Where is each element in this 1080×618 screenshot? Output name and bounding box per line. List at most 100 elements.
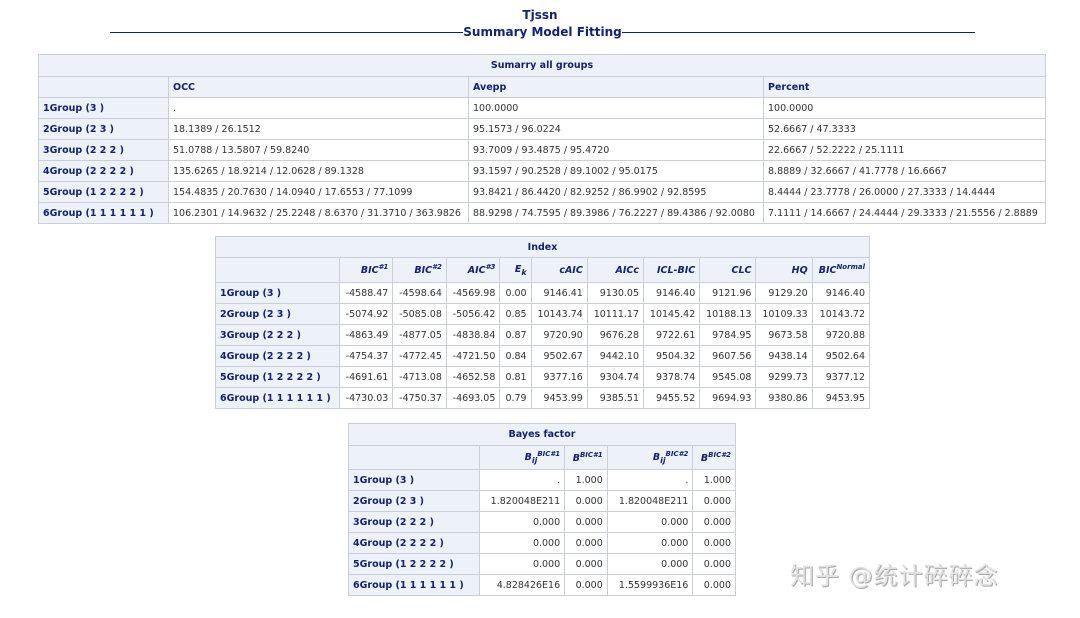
table-cell: 9380.86 [755, 387, 813, 409]
subtitle-text: Summary Model Fitting [463, 25, 622, 39]
table-cell: -4693.05 [445, 387, 501, 409]
header-superscript: #1 [378, 263, 389, 272]
table-cell: 9453.95 [811, 387, 871, 409]
table-cell: 0.000 [692, 532, 736, 554]
row-header: 6Group (1 1 1 1 1 1 ) [215, 387, 340, 409]
table-cell: 154.4835 / 20.7630 / 14.0940 / 17.6553 /… [168, 181, 469, 203]
column-header: ICL-BIC [643, 257, 701, 283]
divider [110, 31, 464, 33]
table-cell: 7.1111 / 14.6667 / 24.4444 / 29.3333 / 2… [763, 202, 1046, 224]
table-row: 5Group (1 2 2 2 2 ) -4691.61 -4713.08 -4652… [215, 366, 871, 388]
header-base: ICL-BIC [656, 264, 696, 276]
header-superscript: Normal [836, 263, 865, 272]
table-row: 2Group (2 3 ) -5074.92 -5085.08 -5056.42 0.8… [215, 303, 871, 325]
header-base: BIC [818, 265, 837, 277]
header-superscript: BIC#1 [537, 449, 561, 458]
header-superscript: BIC#1 [579, 450, 603, 459]
table-cell: 9146.40 [643, 282, 701, 304]
row-header: 2Group (2 3 ) [215, 303, 340, 325]
table-row: 2Group (2 3 ) 1.820048E211 0.000 1.820048E2… [348, 490, 736, 512]
table-cell: 9385.51 [586, 387, 645, 409]
table-cell: 9502.64 [811, 345, 871, 367]
table-cell: 52.6667 / 47.3333 [763, 118, 1046, 140]
table-cell: 0.000 [478, 553, 566, 575]
table-cell: 93.1597 / 90.2528 / 89.1002 / 95.0175 [468, 160, 764, 182]
table-cell: -4877.05 [392, 324, 447, 346]
row-header: 1Group (3 ) [38, 97, 169, 119]
header-base: BIC [414, 265, 433, 277]
table-cell: 0.000 [564, 490, 608, 512]
column-header: OCC [168, 76, 469, 98]
bayes-factor-table: Bayes factor BijBIC#1 BBIC#1 BijBIC#2 BBIC#… [348, 423, 736, 596]
table-cell: 0.000 [478, 532, 566, 554]
row-header: 4Group (2 2 2 2 ) [38, 160, 169, 182]
table-cell: 9146.40 [811, 282, 871, 304]
table-cell: 9129.20 [755, 282, 813, 304]
table-caption: Sumarry all groups [38, 54, 1046, 77]
table-cell: 22.6667 / 52.2222 / 25.1111 [763, 139, 1046, 161]
table-cell: 9502.67 [530, 345, 588, 367]
column-header: BBIC#1 [564, 445, 608, 470]
table-cell: 0.000 [692, 574, 736, 596]
row-header: 5Group (1 2 2 2 2 ) [215, 366, 340, 388]
row-header: 6Group (1 1 1 1 1 1 ) [38, 202, 169, 224]
row-header: 6Group (1 1 1 1 1 1 ) [348, 574, 480, 596]
table-cell: 0.000 [564, 511, 608, 533]
table-cell: 51.0788 / 13.5807 / 59.8240 [168, 139, 469, 161]
table-cell: 0.000 [692, 490, 736, 512]
column-header: CLC [699, 257, 757, 283]
table-cell: -4863.49 [338, 324, 394, 346]
table-cell: 10143.74 [530, 303, 588, 325]
header-base: AIC [467, 265, 486, 277]
table-cell: 9304.74 [586, 366, 645, 388]
table-cell: 95.1573 / 96.0224 [468, 118, 764, 140]
table-cell: 9146.41 [530, 282, 588, 304]
table-caption: Index [215, 236, 870, 258]
header-base: B [524, 452, 532, 464]
row-header: 5Group (1 2 2 2 2 ) [348, 553, 480, 575]
column-header: BijBIC#1 [478, 445, 566, 470]
table-row: 5Group (1 2 2 2 2 ) 154.4835 / 20.7630 / … [38, 181, 1046, 203]
column-header: cAIC [530, 257, 588, 283]
table-cell: 0.00 [499, 282, 532, 304]
table-row: 1Group (3 ). 1.000. 1.000 [348, 469, 736, 491]
watermark: 知乎 @统计碎碎念 [790, 562, 999, 590]
table-cell: 9299.73 [755, 366, 813, 388]
table-cell: 93.8421 / 86.4420 / 82.9252 / 86.9902 / … [468, 181, 764, 203]
table-cell: 9607.56 [699, 345, 757, 367]
row-header: 5Group (1 2 2 2 2 ) [38, 181, 169, 203]
table-cell: 0.85 [499, 303, 532, 325]
table-cell: . [606, 469, 694, 491]
table-cell: -4598.64 [392, 282, 447, 304]
table-cell: 9694.93 [699, 387, 757, 409]
table-row: 3Group (2 2 2 ) 0.000 0.000 0.000 0.000 [348, 511, 736, 533]
table-cell: 9121.96 [699, 282, 757, 304]
table-cell: 9722.61 [643, 324, 701, 346]
report-title: Tjssn [522, 8, 558, 22]
table-cell: 10145.42 [643, 303, 701, 325]
table-row: 3Group (2 2 2 ) -4863.49 -4877.05 -4838.84 0… [215, 324, 871, 346]
row-header: 1Group (3 ) [348, 469, 480, 491]
table-cell: -4772.45 [392, 345, 447, 367]
row-header: 2Group (2 3 ) [348, 490, 480, 512]
table-row: 4Group (2 2 2 2 ) 135.6265 / 18.9214 / 12… [38, 160, 1046, 182]
table-row: 2Group (2 3 ) 18.1389 / 26.1512 95.1573 / … [38, 118, 1046, 140]
table-cell: 135.6265 / 18.9214 / 12.0628 / 89.1328 [168, 160, 469, 182]
table-cell: 9442.10 [586, 345, 645, 367]
table-cell: -4838.84 [445, 324, 501, 346]
report-subtitle: Summary Model Fitting [110, 25, 976, 39]
table-cell: 9720.88 [811, 324, 871, 346]
header-base: AICc [615, 264, 640, 276]
table-cell: . [478, 469, 566, 491]
header-superscript: BIC#2 [665, 449, 689, 458]
summary-table: Sumarry all groups OCC Avepp Percent 1Gr… [38, 54, 1046, 224]
table-cell: 0.000 [692, 553, 736, 575]
divider [621, 31, 976, 33]
table-cell: 100.0000 [468, 97, 764, 119]
column-header: BIC#1 [338, 257, 394, 283]
table-cell: -4713.08 [392, 366, 447, 388]
corner-header [215, 257, 340, 283]
table-cell: 10143.72 [811, 303, 871, 325]
table-cell: 4.828426E16 [478, 574, 566, 596]
row-header: 3Group (2 2 2 ) [348, 511, 480, 533]
